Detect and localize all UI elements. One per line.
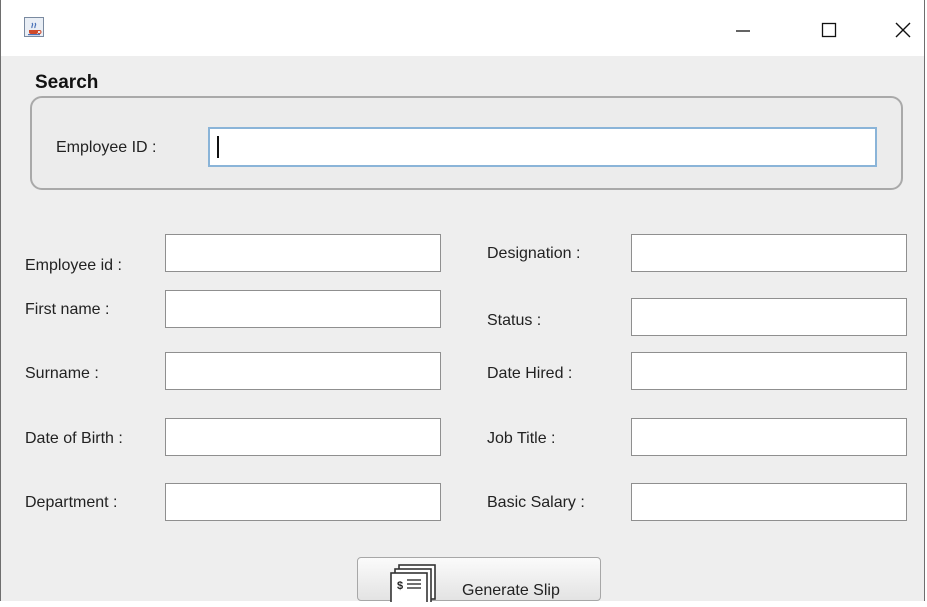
date-of-birth-field[interactable] (165, 418, 441, 456)
first-name-field[interactable] (165, 290, 441, 328)
date-hired-field[interactable] (631, 352, 907, 390)
generate-slip-label: Generate Slip (462, 582, 560, 599)
status-label: Status : (487, 312, 542, 329)
designation-field[interactable] (631, 234, 907, 272)
search-employee-id-input[interactable] (208, 127, 877, 167)
title-bar[interactable] (1, 0, 924, 56)
department-label: Department : (25, 494, 118, 511)
surname-label: Surname : (25, 365, 99, 382)
maximize-button[interactable] (809, 10, 849, 50)
job-title-field[interactable] (631, 418, 907, 456)
close-icon (894, 21, 912, 39)
minimize-button[interactable] (723, 10, 763, 50)
search-section-title: Search (35, 72, 99, 93)
employee-id-field[interactable] (165, 234, 441, 272)
generate-slip-button[interactable]: $ Generate Slip (357, 557, 601, 607)
close-button[interactable] (883, 10, 923, 50)
maximize-icon (821, 22, 837, 38)
designation-label: Designation : (487, 245, 581, 262)
job-title-label: Job Title : (487, 430, 556, 447)
status-field[interactable] (631, 298, 907, 336)
minimize-icon (735, 22, 751, 38)
app-window: Search Employee ID : Employee id : First… (0, 0, 925, 607)
employee-id-label: Employee id : (25, 257, 122, 274)
text-caret (217, 136, 219, 158)
surname-field[interactable] (165, 352, 441, 390)
basic-salary-label: Basic Salary : (487, 494, 585, 511)
date-hired-label: Date Hired : (487, 365, 573, 382)
basic-salary-field[interactable] (631, 483, 907, 521)
svg-text:$: $ (397, 580, 403, 592)
first-name-label: First name : (25, 301, 110, 318)
date-of-birth-label: Date of Birth : (25, 430, 123, 447)
department-field[interactable] (165, 483, 441, 521)
search-employee-id-label: Employee ID : (56, 139, 157, 156)
java-coffee-cup-icon (24, 17, 44, 37)
